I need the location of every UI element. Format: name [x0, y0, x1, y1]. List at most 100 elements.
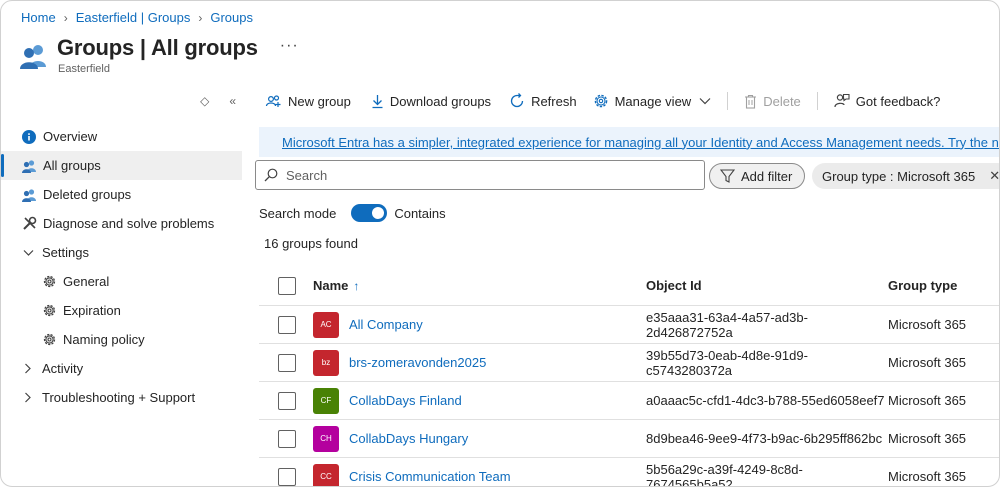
search-mode-toggle[interactable]: [351, 204, 388, 222]
search-box: [255, 160, 705, 190]
sidebar-item-label: Settings: [42, 245, 89, 260]
sidebar-item-label: Naming policy: [63, 332, 145, 347]
page-subtitle: Easterfield: [58, 63, 110, 75]
banner-link[interactable]: Microsoft Entra has a simpler, integrate…: [282, 135, 999, 150]
sidebar-item-activity[interactable]: Activity: [1, 354, 242, 383]
table-row[interactable]: AC All Company e35aaa31-63a4-4a57-ad3b-2d4…: [259, 306, 999, 344]
chevron-right-icon: ›: [198, 10, 203, 25]
refresh-button[interactable]: Refresh: [503, 87, 583, 115]
sidebar-item-expiration[interactable]: Expiration: [1, 296, 242, 325]
select-all-checkbox[interactable]: [277, 276, 296, 295]
search-mode-value: Contains: [394, 205, 446, 221]
add-filter-button[interactable]: Add filter: [709, 163, 806, 189]
command-bar: New group Download groups Refresh Manage…: [259, 87, 946, 115]
object-id-cell: e35aaa31-63a4-4a57-ad3b-2d426872752a: [646, 309, 808, 340]
add-group-icon: [265, 95, 281, 107]
new-group-button[interactable]: New group: [259, 87, 357, 115]
group-name-link[interactable]: All Company: [349, 317, 423, 332]
group-avatar: bz: [313, 349, 339, 376]
manage-view-label: Manage view: [614, 93, 692, 109]
breadcrumb-easterfield-groups[interactable]: Easterfield | Groups: [76, 10, 191, 25]
column-header-name[interactable]: Name ↑: [313, 278, 646, 293]
column-header-object-id[interactable]: Object Id: [646, 278, 888, 293]
delete-button[interactable]: Delete: [738, 87, 807, 115]
sidebar-item-all-groups[interactable]: All groups: [1, 151, 242, 180]
trash-icon: [745, 94, 757, 109]
object-id-cell: a0aaac5c-cfd1-4dc3-b788-55ed6058eef7: [646, 393, 885, 408]
group-name-link[interactable]: CollabDays Finland: [349, 393, 462, 408]
sidebar-item-label: Deleted groups: [43, 187, 132, 202]
object-id-cell: 8d9bea46-9ee9-4f73-b9ac-6b295ff862bc: [646, 431, 883, 446]
wrench-icon: [21, 216, 37, 232]
column-header-group-type[interactable]: Group type: [888, 278, 999, 293]
sidebar-item-settings[interactable]: Settings: [1, 238, 242, 267]
sidebar-item-label: Activity: [42, 361, 84, 376]
groups-table: Name ↑ Object Id Group type AC All Compan…: [259, 266, 999, 487]
group-type-cell: Microsoft 365: [888, 355, 967, 370]
chevron-right-icon: [21, 363, 35, 374]
table-row[interactable]: CH CollabDays Hungary 8d9bea46-9ee9-4f73-b…: [259, 420, 999, 458]
table-row[interactable]: bz brs-zomeravonden2025 39b55d73-0eab-4d8e…: [259, 344, 999, 382]
delete-label: Delete: [763, 93, 801, 109]
gear-icon: [594, 94, 607, 108]
object-id-cell: 5b56a29c-a39f-4249-8c8d-7674565b5a52: [646, 461, 803, 487]
toolbar-divider: [727, 92, 729, 110]
page-title: Groups | All groups: [57, 35, 258, 60]
groups-icon: [21, 187, 37, 203]
chevron-right-icon: ›: [63, 10, 68, 25]
download-groups-button[interactable]: Download groups: [365, 87, 497, 115]
add-filter-label: Add filter: [741, 168, 793, 184]
sort-icon[interactable]: ◇: [200, 94, 209, 108]
groups-icon: [21, 158, 37, 174]
group-avatar: CF: [313, 387, 339, 414]
row-checkbox[interactable]: [277, 467, 296, 486]
group-type-cell: Microsoft 365: [888, 431, 967, 446]
group-name-link[interactable]: brs-zomeravonden2025: [349, 355, 486, 370]
table-row[interactable]: CC Crisis Communication Team 5b56a29c-a39f…: [259, 458, 999, 487]
group-avatar: CH: [313, 425, 339, 452]
group-type-cell: Microsoft 365: [888, 393, 967, 408]
sidebar-item-deleted-groups[interactable]: Deleted groups: [1, 180, 242, 209]
sidebar-item-label: Diagnose and solve problems: [43, 216, 215, 231]
download-groups-label: Download groups: [389, 93, 492, 109]
search-input[interactable]: [286, 167, 686, 183]
refresh-label: Refresh: [531, 93, 577, 109]
refresh-icon: [510, 93, 524, 108]
feedback-button[interactable]: Got feedback?: [828, 87, 947, 115]
filter-pill-group-type[interactable]: Group type : Microsoft 365 ✕: [812, 163, 999, 189]
filter-icon: [720, 169, 735, 183]
search-icon: [264, 168, 278, 182]
sidebar: ◇ « Overview All groups Deleted groups D…: [1, 87, 242, 412]
sidebar-item-overview[interactable]: Overview: [1, 122, 242, 151]
row-checkbox[interactable]: [277, 391, 296, 410]
row-checkbox[interactable]: [277, 429, 296, 448]
sidebar-item-diagnose[interactable]: Diagnose and solve problems: [1, 209, 242, 238]
sidebar-item-naming-policy[interactable]: Naming policy: [1, 325, 242, 354]
sidebar-item-troubleshooting[interactable]: Troubleshooting + Support: [1, 383, 242, 412]
filter-pill-label: Group type : Microsoft 365: [822, 168, 976, 184]
app-frame: Home › Easterfield | Groups › Groups Gro…: [0, 0, 1000, 487]
more-options-icon[interactable]: ···: [280, 37, 299, 55]
chevron-down-icon: [699, 98, 711, 105]
sidebar-item-label: Overview: [43, 129, 98, 144]
row-checkbox[interactable]: [277, 353, 296, 372]
sidebar-tools: ◇ «: [1, 87, 242, 115]
group-name-link[interactable]: CollabDays Hungary: [349, 431, 468, 446]
search-mode: Search mode Contains: [259, 204, 446, 222]
info-banner: Microsoft Entra has a simpler, integrate…: [259, 127, 999, 157]
group-name-link[interactable]: Crisis Communication Team: [349, 469, 511, 484]
sort-ascending-icon: ↑: [353, 278, 360, 293]
sidebar-item-label: Troubleshooting + Support: [42, 390, 196, 405]
search-mode-label: Search mode: [259, 205, 337, 221]
row-checkbox[interactable]: [277, 315, 296, 334]
breadcrumb-home[interactable]: Home: [21, 10, 56, 25]
result-count: 16 groups found: [264, 236, 358, 251]
collapse-icon[interactable]: «: [229, 94, 236, 108]
manage-view-button[interactable]: Manage view: [587, 87, 718, 115]
breadcrumb-groups[interactable]: Groups: [210, 10, 253, 25]
table-row[interactable]: CF CollabDays Finland a0aaac5c-cfd1-4dc3-b…: [259, 382, 999, 420]
close-icon[interactable]: ✕: [989, 168, 999, 184]
feedback-label: Got feedback?: [855, 93, 941, 109]
sidebar-item-label: General: [63, 274, 110, 289]
sidebar-item-general[interactable]: General: [1, 267, 242, 296]
